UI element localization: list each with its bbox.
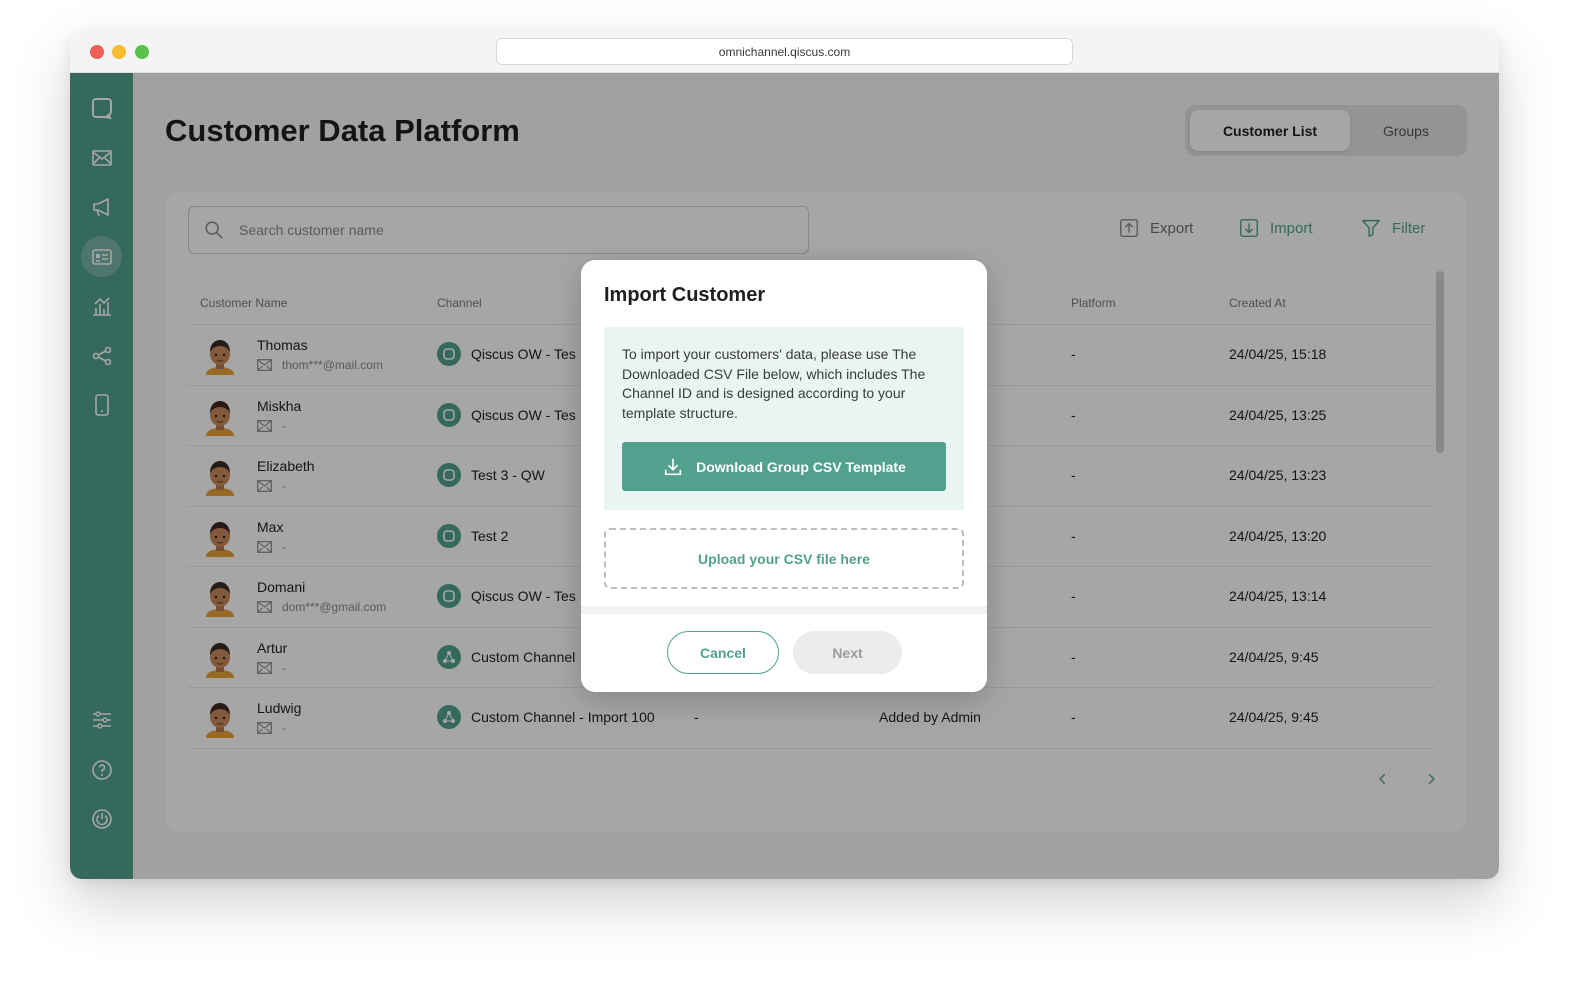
browser-titlebar: omnichannel.qiscus.com xyxy=(70,31,1499,73)
csv-upload-dropzone[interactable]: Upload your CSV file here xyxy=(604,528,964,589)
download-template-button[interactable]: Download Group CSV Template xyxy=(622,442,946,491)
next-button[interactable]: Next xyxy=(793,631,902,674)
dialog-title: Import Customer xyxy=(604,284,766,306)
upload-label: Upload your CSV file here xyxy=(698,550,870,567)
address-bar[interactable]: omnichannel.qiscus.com xyxy=(496,38,1073,65)
import-info-box: To import your customers' data, please u… xyxy=(604,327,964,510)
close-window-button[interactable] xyxy=(90,45,104,59)
import-instructions: To import your customers' data, please u… xyxy=(622,346,926,421)
download-template-label: Download Group CSV Template xyxy=(696,458,906,475)
dialog-divider xyxy=(581,606,987,614)
download-icon xyxy=(664,458,682,475)
cancel-button[interactable]: Cancel xyxy=(667,631,779,674)
import-customer-dialog: Import Customer To import your customers… xyxy=(581,260,987,692)
maximize-window-button[interactable] xyxy=(135,45,149,59)
minimize-window-button[interactable] xyxy=(112,45,126,59)
